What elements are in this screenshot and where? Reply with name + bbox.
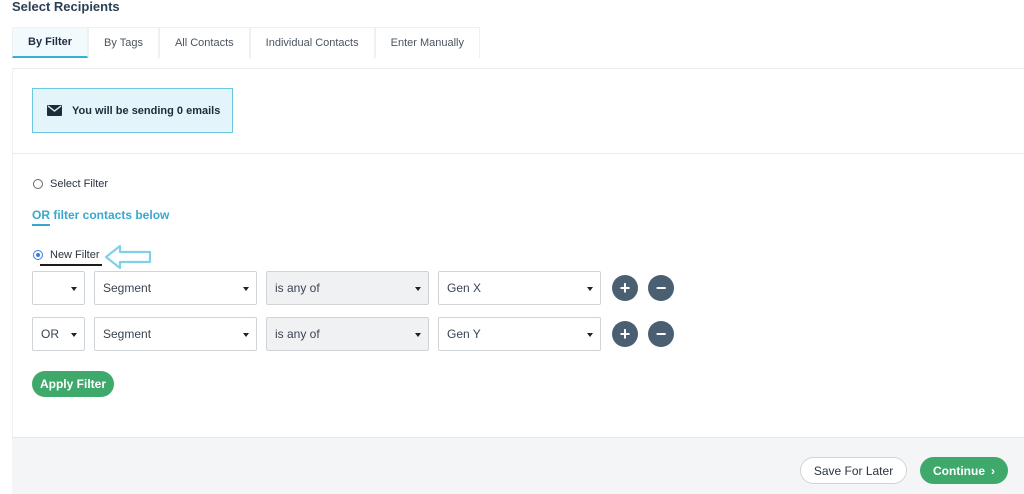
chevron-down-icon bbox=[243, 287, 249, 291]
chevron-right-icon: › bbox=[991, 463, 995, 478]
value-select-2[interactable]: Gen Y bbox=[438, 317, 601, 351]
value-text-2: Gen Y bbox=[447, 327, 481, 341]
value-select-1[interactable]: Gen X bbox=[438, 271, 601, 305]
or-filter-heading: OR filter contacts below bbox=[32, 208, 170, 222]
add-condition-button-2[interactable]: + bbox=[612, 321, 638, 347]
continue-label: Continue bbox=[933, 463, 985, 478]
operator-value-2: is any of bbox=[275, 327, 320, 341]
field-select-2[interactable]: Segment bbox=[94, 317, 257, 351]
chevron-down-icon bbox=[587, 333, 593, 337]
operator-value-1: is any of bbox=[275, 281, 320, 295]
tab-individual-contacts[interactable]: Individual Contacts bbox=[249, 27, 375, 58]
add-condition-button-1[interactable]: + bbox=[612, 275, 638, 301]
chevron-down-icon bbox=[587, 287, 593, 291]
remove-condition-button-2[interactable]: − bbox=[648, 321, 674, 347]
new-filter-option[interactable]: New Filter bbox=[33, 249, 100, 261]
operator-select-1[interactable]: is any of bbox=[266, 271, 429, 305]
field-value-2: Segment bbox=[103, 327, 152, 341]
value-text-1: Gen X bbox=[447, 281, 482, 295]
page-title: Select Recipients bbox=[12, 0, 120, 14]
tab-all-contacts[interactable]: All Contacts bbox=[158, 27, 250, 58]
apply-filter-button[interactable]: Apply Filter bbox=[32, 371, 114, 397]
select-filter-radio[interactable] bbox=[33, 179, 43, 189]
connector-value-2: OR bbox=[41, 327, 59, 341]
connector-select-2[interactable]: OR bbox=[32, 317, 85, 351]
chevron-down-icon bbox=[71, 333, 77, 337]
tab-by-filter[interactable]: By Filter bbox=[12, 27, 89, 58]
save-for-later-button[interactable]: Save For Later bbox=[800, 457, 907, 484]
tab-by-tags[interactable]: By Tags bbox=[88, 27, 159, 58]
annotation-underline bbox=[40, 264, 102, 266]
new-filter-label: New Filter bbox=[50, 249, 100, 261]
remove-condition-button-1[interactable]: − bbox=[648, 275, 674, 301]
chevron-down-icon bbox=[71, 287, 77, 291]
field-select-1[interactable]: Segment bbox=[94, 271, 257, 305]
section-divider bbox=[12, 153, 1024, 154]
chevron-down-icon bbox=[415, 333, 421, 337]
operator-select-2[interactable]: is any of bbox=[266, 317, 429, 351]
sending-count-text: You will be sending 0 emails bbox=[72, 104, 221, 117]
select-filter-option[interactable]: Select Filter bbox=[33, 178, 108, 190]
field-value-1: Segment bbox=[103, 281, 152, 295]
envelope-icon bbox=[47, 105, 62, 116]
new-filter-radio[interactable] bbox=[33, 250, 43, 260]
or-filter-underline bbox=[32, 224, 50, 226]
sending-count-notice: You will be sending 0 emails bbox=[32, 88, 233, 133]
connector-select-1[interactable] bbox=[32, 271, 85, 305]
continue-button[interactable]: Continue › bbox=[920, 457, 1008, 484]
recipient-tabs: By Filter By Tags All Contacts Individua… bbox=[12, 27, 480, 59]
select-filter-label: Select Filter bbox=[50, 178, 109, 190]
chevron-down-icon bbox=[243, 333, 249, 337]
annotation-arrow-icon bbox=[104, 244, 152, 270]
tab-enter-manually[interactable]: Enter Manually bbox=[374, 27, 480, 58]
chevron-down-icon bbox=[415, 287, 421, 291]
